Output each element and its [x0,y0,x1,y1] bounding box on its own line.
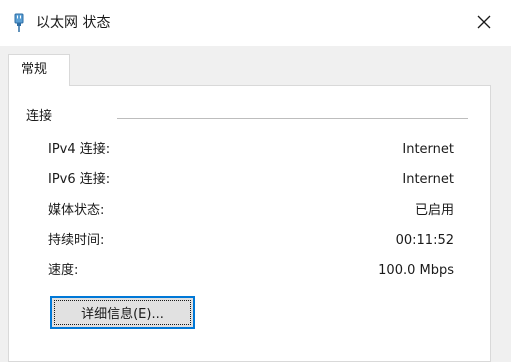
title-bar[interactable]: 以太网 状态 [0,0,511,46]
ipv4-connectivity-value: Internet [402,142,454,157]
details-button-label: 详细信息(E)... [81,307,164,322]
window-title: 以太网 状态 [36,15,111,31]
duration-value: 00:11:52 [395,233,454,248]
tab-general-label: 常规 [21,62,48,77]
media-state-value: 已启用 [414,203,454,218]
close-button[interactable] [466,8,502,38]
tab-general[interactable]: 常规 [8,54,70,86]
speed-label: 速度: [48,263,79,278]
ipv6-connectivity-label: IPv6 连接: [48,172,111,187]
group-divider [117,118,468,119]
ipv4-connectivity-label: IPv4 连接: [48,142,111,157]
speed-value: 100.0 Mbps [378,263,454,278]
ipv6-connectivity-value: Internet [402,172,454,187]
close-icon [477,14,491,33]
connection-group-title: 连接 [26,109,53,124]
ethernet-status-dialog: 以太网 状态 常规 连接 IPv4 连接: Internet IPv6 连接: … [0,0,511,362]
media-state-label: 媒体状态: [48,203,105,218]
duration-label: 持续时间: [48,233,105,248]
ethernet-plug-icon [12,13,26,33]
details-button[interactable]: 详细信息(E)... [50,296,195,329]
